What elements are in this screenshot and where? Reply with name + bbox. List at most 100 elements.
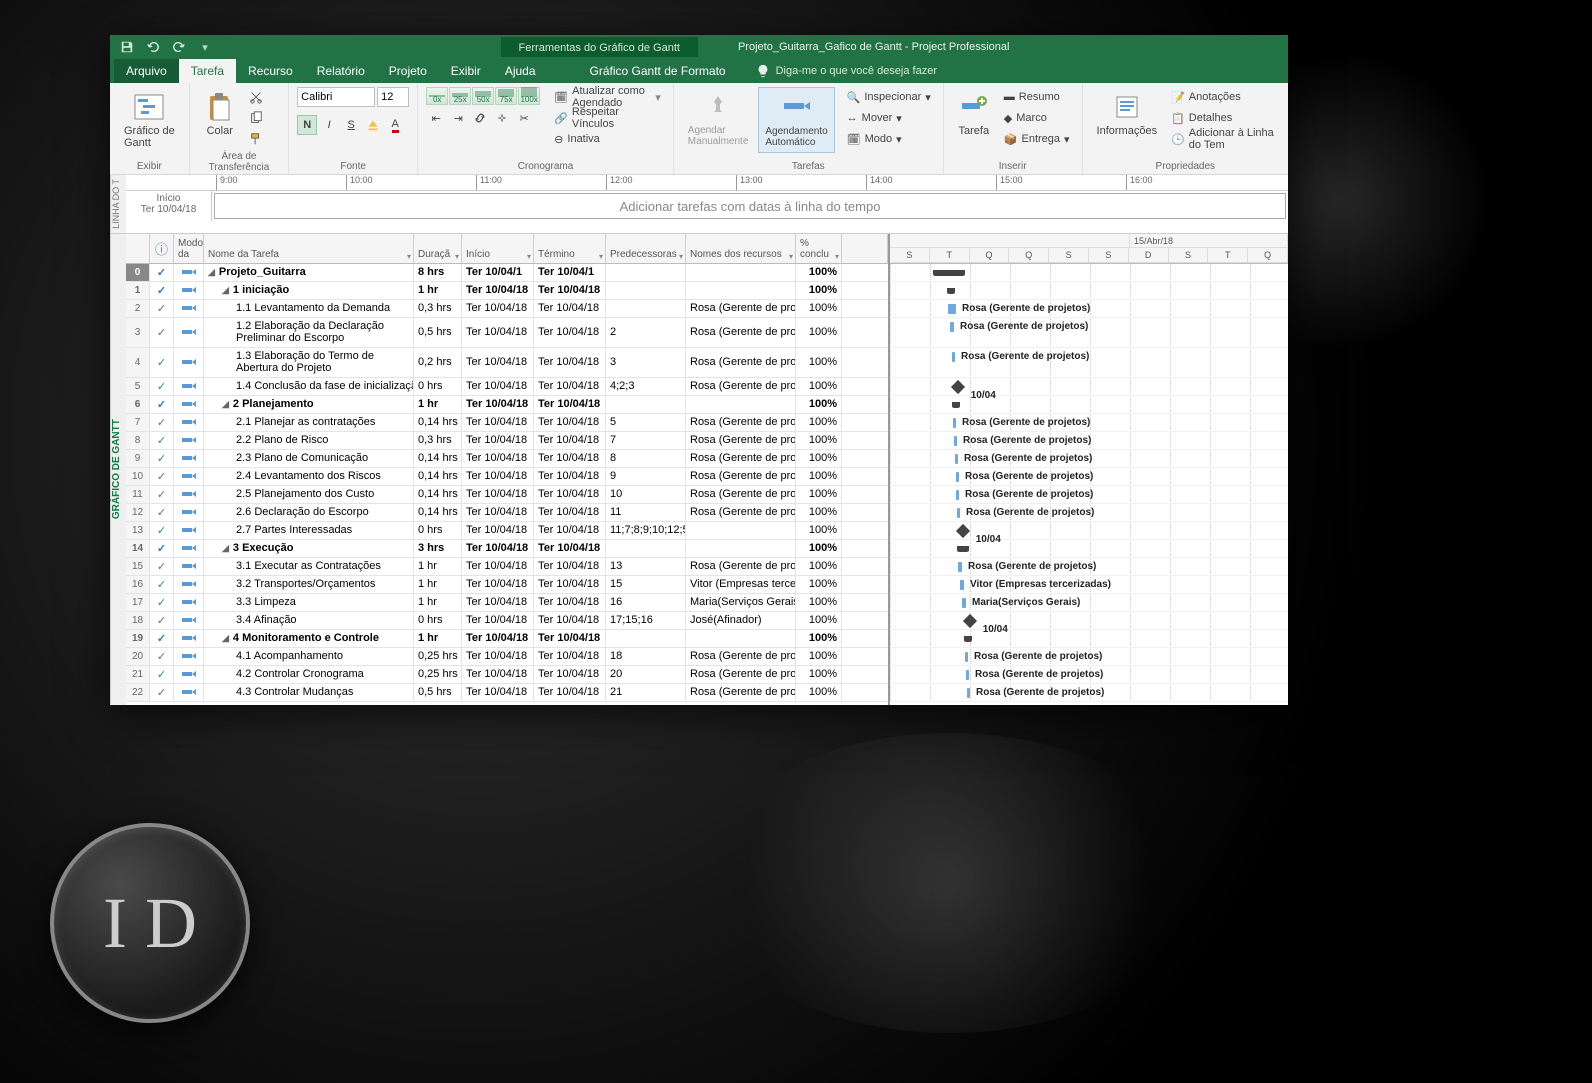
manual-schedule-button[interactable]: Agendar Manualmente <box>682 87 755 151</box>
row-number[interactable]: 4 <box>126 348 150 377</box>
duration-cell[interactable]: 1 hr <box>414 630 462 647</box>
completed-check-icon[interactable]: ✓ <box>150 504 174 521</box>
start-cell[interactable]: Ter 10/04/18 <box>462 540 534 557</box>
gantt-row[interactable]: 10/04 <box>890 522 1288 540</box>
pct-complete-cell[interactable]: 100% <box>796 282 842 299</box>
task-row[interactable]: 19✓◢4 Monitoramento e Controle1 hrTer 10… <box>126 630 888 648</box>
task-row[interactable]: 15✓3.1 Executar as Contratações1 hrTer 1… <box>126 558 888 576</box>
pct-complete-cell[interactable]: 100% <box>796 684 842 701</box>
task-name-cell[interactable]: 4.3 Controlar Mudanças <box>204 684 414 701</box>
col-name[interactable]: Nome da Tarefa▾ <box>204 234 414 263</box>
resources-cell[interactable]: Rosa (Gerente de pro <box>686 684 796 701</box>
duration-cell[interactable]: 0,25 hrs <box>414 666 462 683</box>
row-number[interactable]: 8 <box>126 432 150 449</box>
task-row[interactable]: 6✓◢2 Planejamento1 hrTer 10/04/18Ter 10/… <box>126 396 888 414</box>
notes-button[interactable]: 📝Anotações <box>1167 87 1280 107</box>
update-as-scheduled-button[interactable]: 🗓Atualizar como Agendado ▾ <box>550 87 665 107</box>
task-row[interactable]: 18✓3.4 Afinação0 hrsTer 10/04/18Ter 10/0… <box>126 612 888 630</box>
pct-complete-cell[interactable]: 100% <box>796 648 842 665</box>
col-resources[interactable]: Nomes dos recursos▾ <box>686 234 796 263</box>
predecessors-cell[interactable] <box>606 282 686 299</box>
resources-cell[interactable]: Rosa (Gerente de pro <box>686 450 796 467</box>
row-number[interactable]: 16 <box>126 576 150 593</box>
task-row[interactable]: 12✓2.6 Declaração do Escorpo0,14 hrsTer … <box>126 504 888 522</box>
predecessors-cell[interactable] <box>606 540 686 557</box>
predecessors-cell[interactable]: 7 <box>606 432 686 449</box>
start-cell[interactable]: Ter 10/04/18 <box>462 576 534 593</box>
gantt-row[interactable] <box>890 264 1288 282</box>
duration-cell[interactable]: 0,14 hrs <box>414 486 462 503</box>
italic-button[interactable]: I <box>319 115 339 135</box>
task-row[interactable]: 3✓1.2 Elaboração da Declaração Prelimina… <box>126 318 888 348</box>
timeline-track[interactable]: Adicionar tarefas com datas à linha do t… <box>214 193 1286 219</box>
col-duration[interactable]: Duraçã▾ <box>414 234 462 263</box>
gantt-summary-bar[interactable] <box>965 636 971 642</box>
gantt-row[interactable]: Rosa (Gerente de projetos) <box>890 666 1288 684</box>
task-mode-icon[interactable] <box>174 300 204 317</box>
gantt-row[interactable]: Rosa (Gerente de projetos) <box>890 648 1288 666</box>
gantt-milestone[interactable]: 10/04 <box>963 614 977 628</box>
gantt-task-bar[interactable]: Rosa (Gerente de projetos) <box>956 472 959 482</box>
start-cell[interactable]: Ter 10/04/18 <box>462 630 534 647</box>
start-cell[interactable]: Ter 10/04/18 <box>462 468 534 485</box>
start-cell[interactable]: Ter 10/04/18 <box>462 378 534 395</box>
predecessors-cell[interactable] <box>606 630 686 647</box>
predecessors-cell[interactable]: 3 <box>606 348 686 377</box>
pct-complete-cell[interactable]: 100% <box>796 264 842 281</box>
insert-deliverable-button[interactable]: 📦Entrega ▾ <box>1000 129 1074 149</box>
predecessors-cell[interactable]: 17;15;16 <box>606 612 686 629</box>
collapse-toggle-icon[interactable]: ◢ <box>222 399 229 410</box>
duration-cell[interactable]: 0,5 hrs <box>414 318 462 347</box>
tab-projeto[interactable]: Projeto <box>377 59 439 83</box>
duration-cell[interactable]: 8 hrs <box>414 264 462 281</box>
predecessors-cell[interactable]: 10 <box>606 486 686 503</box>
predecessors-cell[interactable]: 21 <box>606 684 686 701</box>
collapse-toggle-icon[interactable]: ◢ <box>208 267 215 278</box>
gantt-task-bar[interactable]: Rosa (Gerente de projetos) <box>967 688 970 698</box>
start-cell[interactable]: Ter 10/04/18 <box>462 504 534 521</box>
task-mode-icon[interactable] <box>174 666 204 683</box>
task-mode-icon[interactable] <box>174 612 204 629</box>
pct-complete-cell[interactable]: 100% <box>796 318 842 347</box>
task-mode-icon[interactable] <box>174 504 204 521</box>
insert-milestone-button[interactable]: ◆Marco <box>1000 108 1074 128</box>
start-cell[interactable]: Ter 10/04/18 <box>462 648 534 665</box>
resources-cell[interactable] <box>686 522 796 539</box>
details-button[interactable]: 📋Detalhes <box>1167 108 1280 128</box>
resources-cell[interactable]: Vitor (Empresas terce <box>686 576 796 593</box>
link-tasks-button[interactable] <box>470 108 490 128</box>
task-mode-icon[interactable] <box>174 558 204 575</box>
gantt-row[interactable]: Rosa (Gerente de projetos) <box>890 414 1288 432</box>
completed-check-icon[interactable]: ✓ <box>150 468 174 485</box>
start-cell[interactable]: Ter 10/04/18 <box>462 432 534 449</box>
gantt-row[interactable]: Rosa (Gerente de projetos) <box>890 318 1288 348</box>
completed-check-icon[interactable]: ✓ <box>150 540 174 557</box>
duration-cell[interactable]: 0 hrs <box>414 612 462 629</box>
task-row[interactable]: 17✓3.3 Limpeza1 hrTer 10/04/18Ter 10/04/… <box>126 594 888 612</box>
qat-customize-icon[interactable]: ▾ <box>194 36 216 58</box>
resources-cell[interactable]: Rosa (Gerente de pro <box>686 558 796 575</box>
task-name-cell[interactable]: 3.4 Afinação <box>204 612 414 629</box>
col-finish[interactable]: Término▾ <box>534 234 606 263</box>
duration-cell[interactable]: 0,14 hrs <box>414 414 462 431</box>
pct-complete-cell[interactable]: 100% <box>796 576 842 593</box>
finish-cell[interactable]: Ter 10/04/18 <box>534 594 606 611</box>
task-mode-icon[interactable] <box>174 450 204 467</box>
gantt-row[interactable]: Rosa (Gerente de projetos) <box>890 432 1288 450</box>
font-color-button[interactable]: A <box>385 115 405 135</box>
task-row[interactable]: 21✓4.2 Controlar Cronograma0,25 hrsTer 1… <box>126 666 888 684</box>
task-name-cell[interactable]: 1.4 Conclusão da fase de inicialização <box>204 378 414 395</box>
underline-button[interactable]: S <box>341 115 361 135</box>
resources-cell[interactable]: Rosa (Gerente de pro <box>686 648 796 665</box>
predecessors-cell[interactable] <box>606 396 686 413</box>
resources-cell[interactable]: Rosa (Gerente de pro <box>686 504 796 521</box>
pct-complete-cell[interactable]: 100% <box>796 414 842 431</box>
gantt-task-bar[interactable]: Rosa (Gerente de projetos) <box>957 508 960 518</box>
completed-check-icon[interactable]: ✓ <box>150 648 174 665</box>
finish-cell[interactable]: Ter 10/04/18 <box>534 504 606 521</box>
task-name-cell[interactable]: 2.1 Planejar as contratações <box>204 414 414 431</box>
task-row[interactable]: 5✓1.4 Conclusão da fase de inicialização… <box>126 378 888 396</box>
resources-cell[interactable]: Rosa (Gerente de pro <box>686 666 796 683</box>
row-number[interactable]: 11 <box>126 486 150 503</box>
task-mode-icon[interactable] <box>174 318 204 347</box>
